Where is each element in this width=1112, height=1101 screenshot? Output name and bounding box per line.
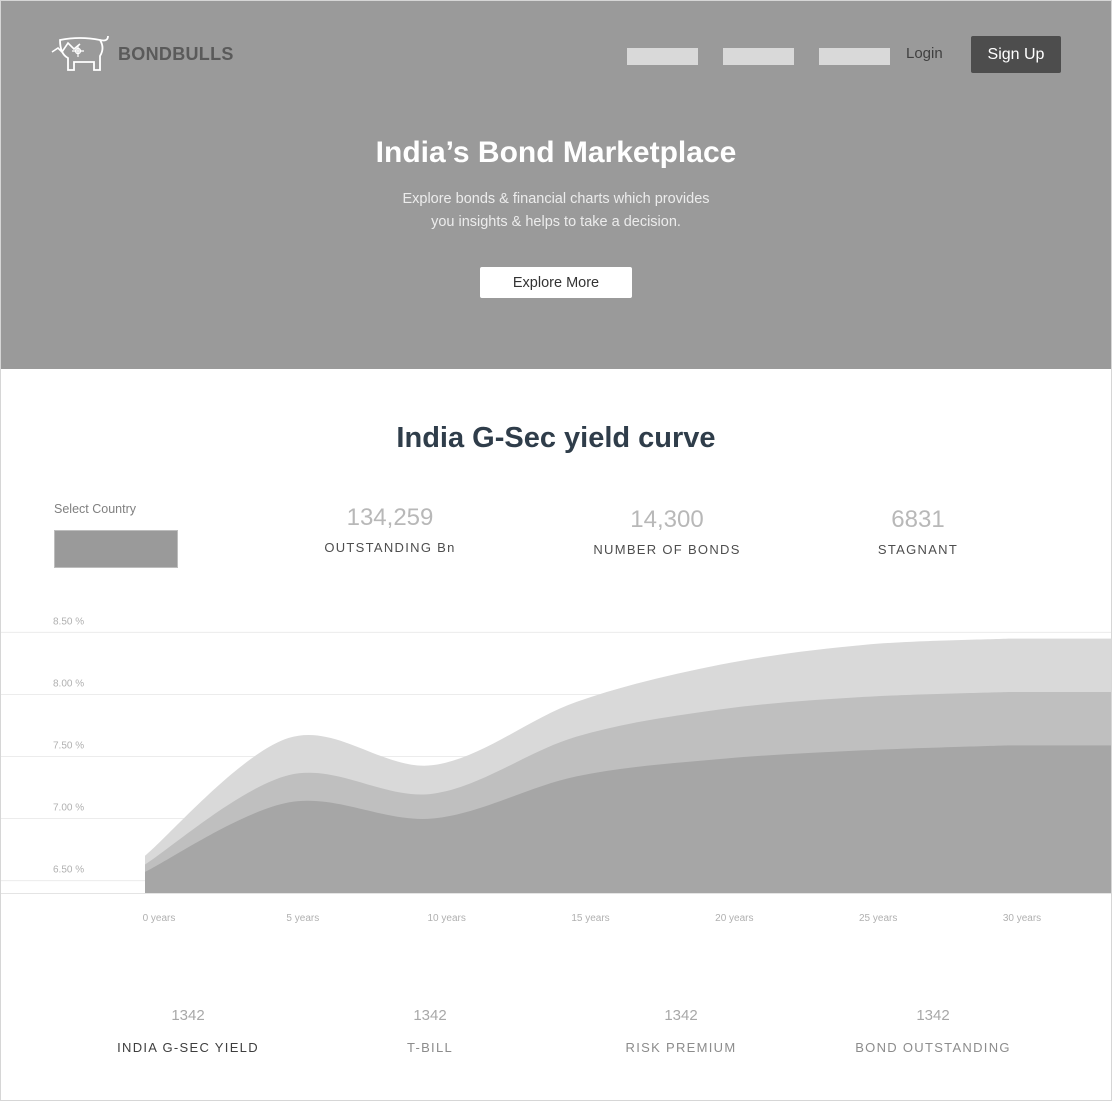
x-tick-label: 5 years: [286, 913, 319, 924]
bottom-stat-value: 1342: [916, 1007, 950, 1024]
bottom-stat-label: BOND OUTSTANDING: [855, 1040, 1011, 1055]
bottom-stat-tbill[interactable]: 1342 T-BILL: [310, 1007, 550, 1055]
hero-banner: BONDBULLS Login Sign Up India’s Bond Mar…: [0, 0, 1112, 369]
hero-subtitle-line-1: Explore bonds & financial charts which p…: [402, 191, 710, 207]
brand-name: BONDBULLS: [118, 43, 234, 64]
section-title: India G-Sec yield curve: [396, 422, 716, 454]
bottom-stat-gsec-yield[interactable]: 1342 INDIA G-SEC YIELD: [68, 1007, 308, 1055]
bottom-stat-label: RISK PREMIUM: [625, 1040, 737, 1055]
hero-title: India’s Bond Marketplace: [375, 136, 737, 169]
stat-stagnant: 6831 STAGNANT: [788, 506, 1048, 557]
bottom-stat-bond-outstanding[interactable]: 1342 BOND OUTSTANDING: [813, 1007, 1053, 1055]
bull-chart-icon: [50, 34, 112, 74]
select-country-label: Select Country: [54, 502, 136, 516]
nav-link-3[interactable]: [819, 48, 890, 65]
yield-curve-chart: 8.50 % 8.00 % 7.50 % 7.00 % 6.50 % 0 years 5 y…: [0, 616, 1112, 924]
nav-link-2[interactable]: [723, 48, 794, 65]
y-tick-label: 8.00 %: [53, 678, 84, 689]
country-select[interactable]: [54, 530, 178, 568]
x-tick-label: 10 years: [427, 913, 465, 924]
stat-number-of-bonds: 14,300 NUMBER OF BONDS: [537, 506, 797, 557]
stat-outstanding: 134,259 OUTSTANDING Bn: [260, 504, 520, 555]
x-tick-label: 0 years: [143, 913, 176, 924]
y-tick-label: 6.50 %: [53, 865, 84, 876]
x-tick-label: 15 years: [571, 913, 609, 924]
bottom-stat-risk-premium[interactable]: 1342 RISK PREMIUM: [561, 1007, 801, 1055]
bottom-stat-value: 1342: [413, 1007, 447, 1024]
stat-value: 14,300: [630, 506, 704, 533]
login-link[interactable]: Login: [906, 45, 943, 62]
stat-value: 6831: [891, 506, 945, 533]
y-tick-label: 8.50 %: [53, 616, 84, 627]
bottom-stat-label: T-BILL: [406, 1040, 454, 1055]
hero-subtitle-line-2: you insights & helps to take a decision.: [431, 214, 681, 230]
x-tick-label: 25 years: [859, 913, 897, 924]
explore-more-button[interactable]: Explore More: [480, 267, 632, 298]
y-tick-label: 7.50 %: [53, 741, 84, 752]
x-tick-label: 20 years: [715, 913, 753, 924]
x-tick-label: 30 years: [1003, 913, 1041, 924]
nav-link-1[interactable]: [627, 48, 698, 65]
bottom-stat-value: 1342: [664, 1007, 698, 1024]
bottom-stat-value: 1342: [171, 1007, 205, 1024]
signup-button[interactable]: Sign Up: [971, 36, 1061, 73]
y-tick-label: 7.00 %: [53, 803, 84, 814]
stat-label: STAGNANT: [877, 542, 959, 557]
stat-label: NUMBER OF BONDS: [593, 542, 741, 557]
stat-value: 134,259: [346, 504, 434, 531]
bottom-stat-label: INDIA G-SEC YIELD: [117, 1040, 259, 1055]
stat-label: OUTSTANDING Bn: [324, 540, 456, 555]
brand-logo[interactable]: BONDBULLS: [50, 34, 234, 74]
